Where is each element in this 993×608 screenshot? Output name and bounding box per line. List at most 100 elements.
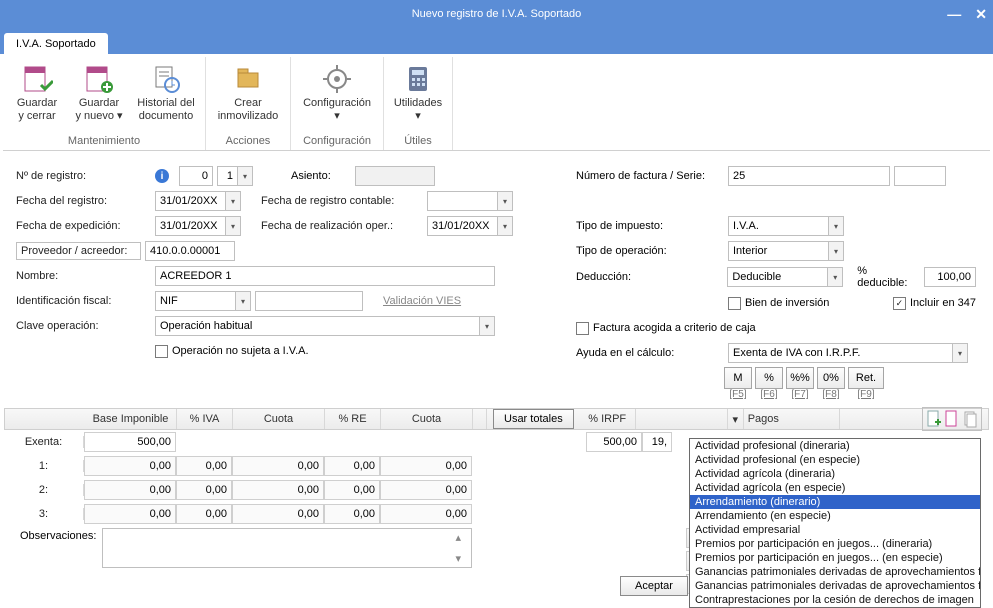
label-ident-fiscal: Identificación fiscal: <box>16 295 151 307</box>
label-num-factura: Número de factura / Serie: <box>576 170 724 182</box>
ident-fiscal-tipo[interactable] <box>155 291 235 311</box>
dropdown-option[interactable]: Actividad profesional (dineraria) <box>690 439 980 453</box>
tipo-operacion-input[interactable] <box>728 241 828 261</box>
dropdown-option[interactable]: Ganancias patrimoniales derivadas de apr… <box>690 579 980 593</box>
label-n-registro: Nº de registro: <box>16 170 151 182</box>
row-r3-piva[interactable]: 0,00 <box>176 504 232 524</box>
close-button[interactable]: ✕ <box>975 6 987 23</box>
dropdown-option[interactable]: Actividad empresarial <box>690 523 980 537</box>
tab-iva-soportado[interactable]: I.V.A. Soportado <box>4 33 108 54</box>
dropdown-option[interactable]: Arrendamiento (dinerario) <box>690 495 980 509</box>
proveedor-input[interactable] <box>145 241 235 261</box>
exenta-irpf-input[interactable]: 19, <box>642 432 672 452</box>
dropdown-option[interactable]: Actividad profesional (en especie) <box>690 453 980 467</box>
quick-ret-button[interactable]: Ret. <box>848 367 884 389</box>
row-r3-pre[interactable]: 0,00 <box>324 504 380 524</box>
fecha-expedicion-input[interactable] <box>155 216 225 236</box>
fecha-reg-contable-dropdown[interactable]: ▾ <box>497 191 513 211</box>
deduccion-input[interactable] <box>727 267 827 287</box>
observaciones-input[interactable]: ▴▾ <box>102 528 472 568</box>
aceptar-button[interactable]: Aceptar <box>620 576 688 596</box>
row-r3-cuota2[interactable]: 0,00 <box>380 504 472 524</box>
row-exenta-label: Exenta: <box>4 436 84 448</box>
label-fecha-realizacion: Fecha de realización oper.: <box>261 220 423 232</box>
usar-totales-button[interactable]: Usar totales <box>493 409 574 429</box>
crear-inmovilizado-button[interactable]: Crear inmovilizado <box>210 59 286 123</box>
label-fecha-expedicion: Fecha de expedición: <box>16 220 151 232</box>
ident-fiscal-tipo-dropdown[interactable]: ▾ <box>235 291 251 311</box>
row-r2-base[interactable]: 0,00 <box>84 480 176 500</box>
ident-fiscal-num-input[interactable] <box>255 291 363 311</box>
pagos-doc-icons[interactable] <box>922 407 982 431</box>
num-factura-input[interactable] <box>728 166 890 186</box>
ayuda-calculo-input[interactable] <box>728 343 952 363</box>
label-fecha-reg-contable: Fecha de registro contable: <box>261 195 423 207</box>
tabstrip: I.V.A. Soportado <box>0 28 993 54</box>
minimize-button[interactable]: — <box>947 6 961 22</box>
quick-0pct-button[interactable]: 0% <box>817 367 845 389</box>
doc-icon[interactable] <box>944 410 960 428</box>
dropdown-option[interactable]: Ganancias patrimoniales derivadas de apr… <box>690 565 980 579</box>
configuracion-button[interactable]: Configuración ▾ <box>295 59 379 123</box>
factura-criterio-checkbox[interactable]: Factura acogida a criterio de caja <box>576 322 756 335</box>
row-r3-base[interactable]: 0,00 <box>84 504 176 524</box>
dropdown-option[interactable]: Actividad agrícola (dineraria) <box>690 467 980 481</box>
dropdown-option[interactable]: Premios por participación en juegos... (… <box>690 537 980 551</box>
pct-deducible-input[interactable] <box>924 267 976 287</box>
tipo-operacion-dropdown[interactable]: ▾ <box>828 241 844 261</box>
quick-pctpct-button[interactable]: %% <box>786 367 814 389</box>
exenta-base2-input[interactable]: 500,00 <box>586 432 642 452</box>
tipo-impuesto-dropdown[interactable]: ▾ <box>828 216 844 236</box>
row-r1-piva[interactable]: 0,00 <box>176 456 232 476</box>
row-r1-cuota1[interactable]: 0,00 <box>232 456 324 476</box>
clave-operacion-dropdown[interactable]: ▾ <box>479 316 495 336</box>
bien-inversion-checkbox[interactable]: Bien de inversión <box>728 297 829 310</box>
num-factura-serie-input[interactable] <box>894 166 946 186</box>
historial-documento-button[interactable]: Historial del documento <box>131 59 201 123</box>
info-icon[interactable]: i <box>155 169 169 183</box>
incluir-347-checkbox[interactable]: ✓Incluir en 347 <box>893 297 976 310</box>
row-r2-piva[interactable]: 0,00 <box>176 480 232 500</box>
row-r1-label: 1: <box>4 460 84 472</box>
n-registro-1-input[interactable] <box>179 166 213 186</box>
exenta-base-input[interactable]: 500,00 <box>84 432 176 452</box>
row-r1-cuota2[interactable]: 0,00 <box>380 456 472 476</box>
quick-m-button[interactable]: M <box>724 367 752 389</box>
label-proveedor[interactable]: Proveedor / acreedor: <box>16 242 141 260</box>
asiento-input[interactable] <box>355 166 435 186</box>
ayuda-calculo-dropdown[interactable]: ▾ <box>952 343 968 363</box>
row-r2-pre[interactable]: 0,00 <box>324 480 380 500</box>
row-r2-cuota2[interactable]: 0,00 <box>380 480 472 500</box>
fecha-realizacion-dropdown[interactable]: ▾ <box>497 216 513 236</box>
op-no-sujeta-checkbox[interactable]: Operación no sujeta a I.V.A. <box>155 345 309 358</box>
fecha-registro-dropdown[interactable]: ▾ <box>225 191 241 211</box>
utilidades-button[interactable]: Utilidades ▾ <box>388 59 448 123</box>
fecha-realizacion-input[interactable] <box>427 216 497 236</box>
guardar-nuevo-button[interactable]: Guardar y nuevo ▾ <box>69 59 129 123</box>
fecha-reg-contable-input[interactable] <box>427 191 497 211</box>
dropdown-option[interactable]: Arrendamiento (en especie) <box>690 509 980 523</box>
deduccion-dropdown[interactable]: ▾ <box>827 267 843 287</box>
clave-operacion-input[interactable] <box>155 316 479 336</box>
row-r3-cuota1[interactable]: 0,00 <box>232 504 324 524</box>
row-r1-base[interactable]: 0,00 <box>84 456 176 476</box>
irpf-tipo-dropdown-list[interactable]: Actividad profesional (dineraria)Activid… <box>689 438 981 608</box>
grid-header: Base Imponible % IVA Cuota % RE Cuota Us… <box>4 408 989 430</box>
n-registro-2-input[interactable] <box>217 166 237 186</box>
row-r1-pre[interactable]: 0,00 <box>324 456 380 476</box>
guardar-cerrar-button[interactable]: Guardar y cerrar <box>7 59 67 123</box>
fecha-registro-input[interactable] <box>155 191 225 211</box>
doc-new-icon[interactable] <box>926 410 942 428</box>
quick-pct-button[interactable]: % <box>755 367 783 389</box>
fecha-expedicion-dropdown[interactable]: ▾ <box>225 216 241 236</box>
validacion-vies-link[interactable]: Validación VIES <box>383 295 461 307</box>
dropdown-option[interactable]: Actividad agrícola (en especie) <box>690 481 980 495</box>
doc-copy-icon[interactable] <box>962 410 978 428</box>
dropdown-option[interactable]: Contraprestaciones por la cesión de dere… <box>690 593 980 607</box>
n-registro-2-dropdown[interactable]: ▾ <box>237 166 253 186</box>
ribbon-group-utiles: Útiles <box>388 133 448 150</box>
nombre-input[interactable] <box>155 266 495 286</box>
dropdown-option[interactable]: Premios por participación en juegos... (… <box>690 551 980 565</box>
tipo-impuesto-input[interactable] <box>728 216 828 236</box>
row-r2-cuota1[interactable]: 0,00 <box>232 480 324 500</box>
